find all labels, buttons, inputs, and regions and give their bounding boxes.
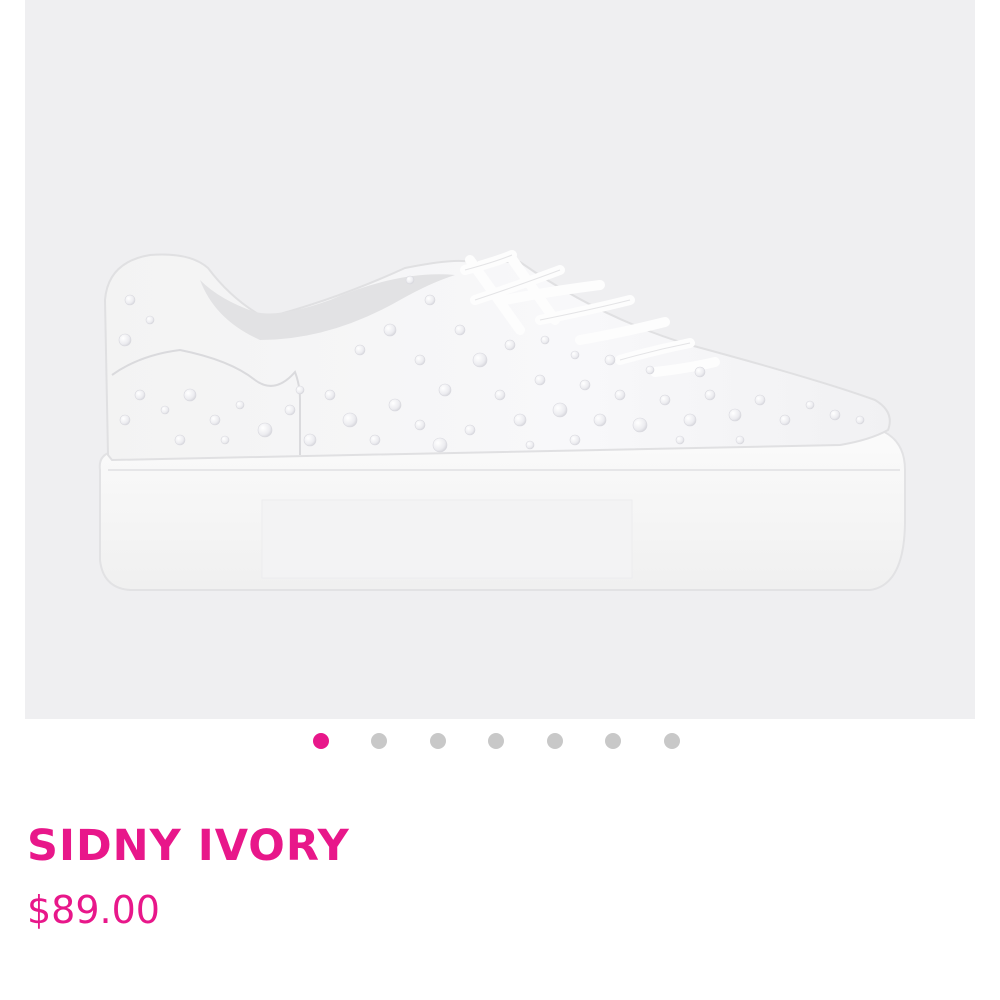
product-page: SIDNY IVORY $89.00 [0,0,1000,1000]
pagination-dot-3-icon[interactable] [430,733,446,749]
product-price: $89.00 [27,888,160,932]
pagination-dot-6-icon[interactable] [605,733,621,749]
product-image[interactable] [25,0,975,719]
product-title: SIDNY IVORY [27,821,350,871]
pagination-dot-7-icon[interactable] [664,733,680,749]
product-image-gallery[interactable] [25,0,975,719]
pagination-dot-2-icon[interactable] [371,733,387,749]
image-pagination [0,733,1000,749]
pagination-dot-5-icon[interactable] [547,733,563,749]
pagination-dot-1-icon[interactable] [313,733,329,749]
pagination-dot-4-icon[interactable] [488,733,504,749]
